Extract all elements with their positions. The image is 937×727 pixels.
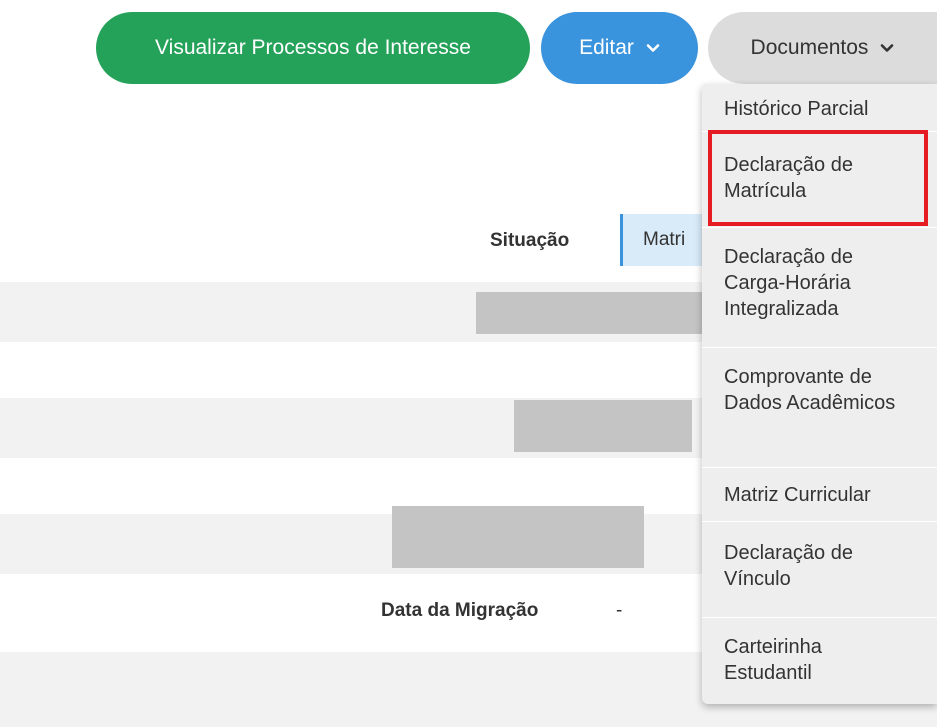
menu-item-label: Declaração de Matrícula [724, 154, 853, 202]
editar-label: Editar [579, 36, 634, 59]
visualizar-processos-label: Visualizar Processos de Interesse [155, 36, 471, 59]
menu-item-label: Matriz Curricular [724, 484, 871, 506]
menu-item-label: Carteirinha Estudantil [724, 636, 822, 684]
menu-item-label: Comprovante de Dados Acadêmicos [724, 366, 896, 414]
menu-item-declaracao-matricula[interactable]: Declaração de Matrícula [702, 132, 937, 228]
chevron-down-icon [880, 41, 894, 55]
chevron-down-icon [646, 41, 660, 55]
redacted-value [514, 400, 692, 452]
menu-item-historico-parcial[interactable]: Histórico Parcial [702, 84, 937, 132]
documentos-button[interactable]: Documentos [708, 12, 937, 84]
menu-item-label: Declaração de Vínculo [724, 542, 853, 590]
documentos-dropdown-menu: Histórico Parcial Declaração de Matrícul… [702, 84, 937, 704]
data-migracao-label: Data da Migração [381, 600, 539, 621]
situacao-label: Situação [490, 230, 570, 251]
situacao-tag-text: Matri [643, 229, 686, 250]
menu-item-carteirinha-estudantil[interactable]: Carteirinha Estudantil [702, 618, 937, 704]
data-migracao-value: - [616, 600, 623, 621]
menu-item-declaracao-carga-horaria[interactable]: Declaração de Carga-Horária Integralizad… [702, 228, 937, 348]
menu-item-declaracao-vinculo[interactable]: Declaração de Vínculo [702, 522, 937, 618]
menu-item-comprovante-dados[interactable]: Comprovante de Dados Acadêmicos [702, 348, 937, 468]
menu-item-label: Declaração de Carga-Horária Integralizad… [724, 246, 853, 320]
menu-item-label: Histórico Parcial [724, 98, 869, 120]
visualizar-processos-button[interactable]: Visualizar Processos de Interesse [96, 12, 530, 84]
redacted-value [476, 292, 708, 334]
page: Situação Matri Data da Migração - Visual… [0, 0, 937, 727]
situacao-tag: Matri [620, 214, 710, 266]
documentos-label: Documentos [750, 36, 869, 59]
redacted-value [392, 506, 644, 568]
editar-button[interactable]: Editar [541, 12, 698, 84]
menu-item-matriz-curricular[interactable]: Matriz Curricular [702, 468, 937, 522]
